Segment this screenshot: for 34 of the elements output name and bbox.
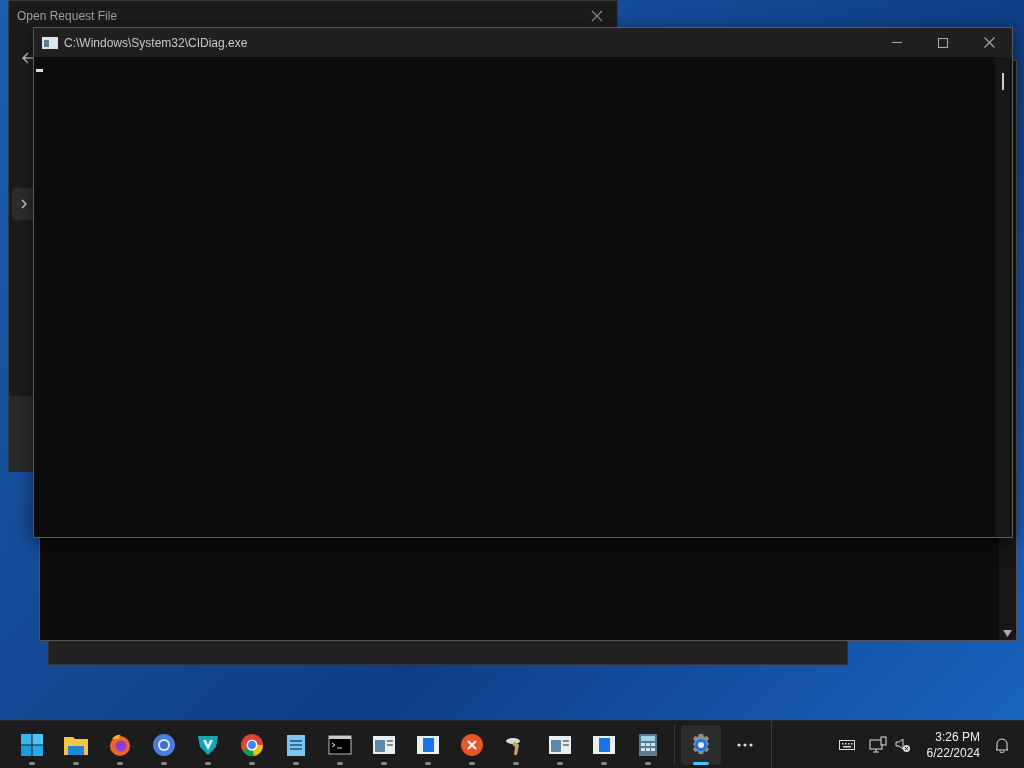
window-icon (372, 733, 396, 756)
chrome-icon (240, 732, 264, 757)
taskbar-button[interactable] (681, 724, 721, 765)
back-arrow-icon (21, 51, 33, 65)
windows-logo-icon (20, 732, 44, 757)
scrollbar-thumb[interactable] (1002, 73, 1004, 90)
window-icon (592, 733, 616, 756)
volume-muted-icon (894, 736, 911, 753)
terminal-icon (328, 733, 352, 756)
maximize-icon (938, 37, 948, 48)
minimize-icon (892, 41, 902, 44)
close-icon (983, 37, 995, 48)
window-title: C:\Windows\System32\CIDiag.exe (64, 34, 248, 52)
expand-button[interactable] (12, 188, 36, 220)
date-text: 6/22/2024 (926, 744, 980, 761)
text-cursor (36, 69, 43, 72)
close-circle-icon (460, 732, 484, 757)
chevron-right-icon (20, 199, 28, 209)
browser-circle-icon (152, 732, 176, 757)
console-app-icon (42, 36, 58, 49)
notification-bell-icon (994, 736, 1010, 753)
window-icon (548, 733, 572, 756)
window-icon (416, 733, 440, 756)
scroll-down-icon (1003, 630, 1012, 637)
time-text: 3:26 PM (935, 728, 980, 745)
fox-globe-icon (108, 732, 132, 757)
close-icon (591, 10, 603, 22)
window-title: Open Request File (17, 8, 118, 25)
keyboard-icon (838, 738, 855, 751)
network-icon (868, 735, 887, 754)
clock[interactable]: 3:26 PM 6/22/2024 (926, 728, 980, 761)
notepad-icon (285, 732, 307, 757)
more-icon (737, 742, 753, 747)
calculator-icon (638, 732, 658, 757)
